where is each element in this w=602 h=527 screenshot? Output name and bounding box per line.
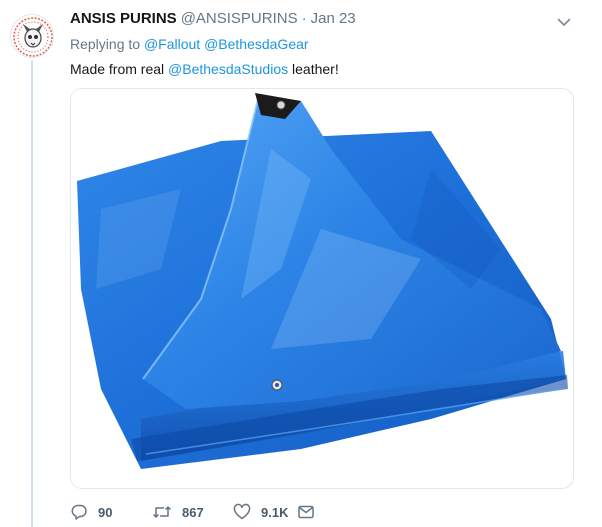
mention-bethesdagear[interactable]: @BethesdaGear <box>204 36 309 52</box>
direct-message-button[interactable] <box>297 503 315 521</box>
reply-count: 90 <box>98 504 113 520</box>
skull-logo-icon <box>13 17 53 57</box>
tweet-text-after: leather! <box>292 61 339 77</box>
tweet-header: ANSIS PURINS @ANSISPURINS · Jan 23 <box>70 10 356 30</box>
replying-to: Replying to @Fallout @BethesdaGear <box>70 36 309 52</box>
tweet-image[interactable] <box>70 88 574 489</box>
reply-button[interactable]: 90 <box>70 503 152 521</box>
separator-dot: · <box>301 10 307 27</box>
retweet-icon <box>152 506 172 518</box>
avatar[interactable] <box>10 14 54 58</box>
retweet-count: 867 <box>182 504 204 520</box>
tweet-text-before: Made from real <box>70 61 165 77</box>
mention-bethesdastudios[interactable]: @BethesdaStudios <box>168 61 288 77</box>
chevron-down-icon <box>557 18 571 26</box>
tweet-text: Made from real @BethesdaStudios leather! <box>70 61 339 77</box>
envelope-icon <box>298 505 314 519</box>
user-handle[interactable]: @ANSISPURINS <box>181 10 298 27</box>
more-options-button[interactable] <box>556 14 572 30</box>
tweet-actions: 90 867 9.1K <box>70 500 315 524</box>
tarp-image <box>71 89 573 488</box>
thread-line <box>31 60 33 527</box>
like-count: 9.1K <box>261 504 289 520</box>
tweet-date[interactable]: Jan 23 <box>311 10 356 27</box>
reply-icon <box>71 504 87 520</box>
replying-prefix: Replying to <box>70 36 141 52</box>
like-button[interactable]: 9.1K <box>233 503 297 521</box>
display-name[interactable]: ANSIS PURINS <box>70 10 177 27</box>
heart-icon <box>233 503 251 520</box>
retweet-button[interactable]: 867 <box>152 503 233 521</box>
mention-fallout[interactable]: @Fallout <box>144 36 200 52</box>
